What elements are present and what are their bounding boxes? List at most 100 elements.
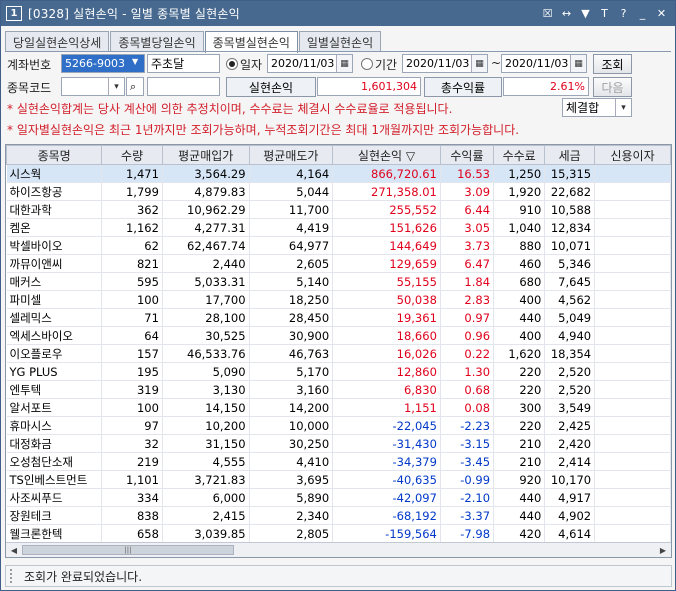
search-icon[interactable]: ⌕ bbox=[126, 77, 144, 96]
table-row[interactable]: 시스웍 1,471 3,564.29 4,164 866,720.61 16.53 1,25… bbox=[6, 164, 671, 183]
col-header-avg-sell[interactable]: 평균매도가 bbox=[248, 145, 334, 165]
table-row[interactable]: 사조씨푸드 334 6,000 5,890 -42,097 -2.10 440 4,917 bbox=[6, 488, 671, 507]
row-rate: 1.84 bbox=[440, 272, 495, 291]
row-fee: 400 bbox=[493, 290, 546, 309]
row-tax: 5,049 bbox=[544, 308, 596, 327]
next-button[interactable]: 다음 bbox=[593, 77, 632, 97]
col-header-avg-buy[interactable]: 평균매입가 bbox=[161, 145, 250, 165]
link-icon[interactable]: ☒ bbox=[540, 5, 555, 21]
calendar-icon[interactable]: ▦ bbox=[570, 55, 586, 72]
query-button[interactable]: 조회 bbox=[593, 54, 632, 74]
realized-pnl-grid[interactable]: 종목명 수량 평균매입가 평균매도가 실현손익 ▽ 수익률 수수료 세금 신용이… bbox=[5, 144, 672, 558]
col-header-name[interactable]: 종목명 bbox=[6, 145, 103, 165]
scroll-right-icon[interactable]: ▶ bbox=[656, 544, 670, 556]
row-pnl: -159,564 bbox=[332, 524, 441, 543]
period-separator: ~ bbox=[491, 56, 502, 70]
tab-daily-realized[interactable]: 일별실현손익 bbox=[298, 31, 382, 52]
row-pnl: 255,552 bbox=[332, 200, 441, 219]
row-tax: 4,940 bbox=[544, 326, 596, 345]
row-pnl: -22,045 bbox=[332, 416, 441, 435]
resize-icon[interactable]: ↔ bbox=[559, 5, 574, 21]
help-icon[interactable]: ? bbox=[616, 5, 631, 21]
close-icon[interactable]: ✕ bbox=[654, 5, 669, 21]
row-tax: 4,902 bbox=[544, 506, 596, 525]
row-credit-interest bbox=[594, 308, 671, 327]
chevron-down-icon[interactable]: ▼ bbox=[132, 57, 138, 66]
scroll-left-icon[interactable]: ◀ bbox=[7, 544, 21, 556]
row-tax: 3,549 bbox=[544, 398, 596, 417]
row-avg-buy: 31,150 bbox=[162, 434, 250, 453]
table-row[interactable]: 박셀바이오 62 62,467.74 64,977 144,649 3.73 880 10,0… bbox=[6, 236, 671, 255]
row-pnl: -42,097 bbox=[332, 488, 441, 507]
row-rate: 0.68 bbox=[440, 380, 495, 399]
col-header-fee[interactable]: 수수료 bbox=[493, 145, 546, 165]
table-row[interactable]: 매커스 595 5,033.31 5,140 55,155 1.84 680 7,645 bbox=[6, 272, 671, 291]
row-tax: 2,420 bbox=[544, 434, 596, 453]
table-row[interactable]: 웰크론한텍 658 3,039.85 2,805 -159,564 -7.98 420 4,6… bbox=[6, 524, 671, 543]
row-credit-interest bbox=[594, 344, 671, 363]
table-row[interactable]: 휴마시스 97 10,200 10,000 -22,045 -2.23 220 2,425 bbox=[6, 416, 671, 435]
table-row[interactable]: TS인베스트먼트 1,101 3,721.83 3,695 -40,635 -0.99 92… bbox=[6, 470, 671, 489]
table-row[interactable]: 엔투텍 319 3,130 3,160 6,830 0.68 220 2,520 bbox=[6, 380, 671, 399]
table-row[interactable]: 알서포트 100 14,150 14,200 1,151 0.08 300 3,549 bbox=[6, 398, 671, 417]
row-avg-buy: 62,467.74 bbox=[162, 236, 250, 255]
row-name: 엔투텍 bbox=[6, 380, 103, 399]
chevron-down-icon[interactable]: ▾ bbox=[108, 78, 124, 95]
col-header-credit-interest[interactable]: 신용이자 bbox=[594, 145, 671, 165]
row-credit-interest bbox=[594, 326, 671, 345]
col-header-rate[interactable]: 수익률 bbox=[439, 145, 495, 165]
row-name: 사조씨푸드 bbox=[6, 488, 103, 507]
scroll-thumb[interactable]: ||| bbox=[22, 545, 234, 555]
horizontal-scrollbar[interactable]: ◀ ||| ▶ bbox=[6, 542, 671, 557]
chevron-down-icon[interactable]: ▾ bbox=[615, 99, 631, 116]
row-credit-interest bbox=[594, 290, 671, 309]
table-row[interactable]: 장원테크 838 2,415 2,340 -68,192 -3.37 440 4,902 bbox=[6, 506, 671, 525]
table-row[interactable]: 오성첨단소재 219 4,555 4,410 -34,379 -3.45 210 2,414 bbox=[6, 452, 671, 471]
col-header-tax[interactable]: 세금 bbox=[544, 145, 596, 165]
minimize-icon[interactable]: _ bbox=[635, 5, 650, 21]
row-rate: 0.08 bbox=[440, 398, 495, 417]
row-name: 켐온 bbox=[6, 218, 103, 237]
font-size-icon[interactable]: T bbox=[597, 5, 612, 21]
row-qty: 62 bbox=[101, 236, 163, 255]
table-row[interactable]: 까뮤이앤씨 821 2,440 2,605 129,659 6.47 460 5,346 bbox=[6, 254, 671, 273]
row-avg-sell: 5,170 bbox=[249, 362, 334, 381]
calendar-icon[interactable]: ▦ bbox=[471, 55, 487, 72]
row-qty: 195 bbox=[101, 362, 163, 381]
calendar-icon[interactable]: ▦ bbox=[336, 55, 352, 72]
date-radio[interactable] bbox=[226, 58, 238, 70]
col-header-qty[interactable]: 수량 bbox=[101, 145, 163, 165]
row-rate: 0.22 bbox=[440, 344, 495, 363]
tab-divider bbox=[5, 51, 671, 52]
row-credit-interest bbox=[594, 434, 671, 453]
row-credit-interest bbox=[594, 524, 671, 543]
table-row[interactable]: 하이즈항공 1,799 4,879.83 5,044 271,358.01 3.09 1,9… bbox=[6, 182, 671, 201]
col-header-pnl[interactable]: 실현손익 ▽ bbox=[332, 145, 441, 165]
row-avg-buy: 2,440 bbox=[162, 254, 250, 273]
table-row[interactable]: YG PLUS 195 5,090 5,170 12,860 1.30 220 2,520 bbox=[6, 362, 671, 381]
title-bar[interactable]: 1 [0328] 실현손익 - 일별 종목별 실현손익 ☒ ↔ ▼ T ? _ … bbox=[1, 1, 675, 26]
table-row[interactable]: 파미셀 100 17,700 18,250 50,038 2.83 400 4,562 bbox=[6, 290, 671, 309]
row-avg-buy: 3,039.85 bbox=[162, 524, 250, 543]
tab-stock-daily[interactable]: 종목별당일손익 bbox=[110, 31, 204, 52]
table-row[interactable]: 엑세스바이오 64 30,525 30,900 18,660 0.96 400 4,940 bbox=[6, 326, 671, 345]
row-credit-interest bbox=[594, 470, 671, 489]
period-radio[interactable] bbox=[361, 58, 373, 70]
row-tax: 2,520 bbox=[544, 362, 596, 381]
table-row[interactable]: 셀레믹스 71 28,100 28,450 19,361 0.97 440 5,049 bbox=[6, 308, 671, 327]
tab-daily-detail[interactable]: 당일실현손익상세 bbox=[5, 31, 110, 52]
row-pnl: 18,660 bbox=[332, 326, 441, 345]
pin-icon[interactable]: ▼ bbox=[578, 5, 593, 21]
row-name: 시스웍 bbox=[6, 164, 103, 183]
table-row[interactable]: 이오플로우 157 46,533.76 46,763 16,026 0.22 1,620 18… bbox=[6, 344, 671, 363]
tab-stock-realized[interactable]: 종목별실현손익 bbox=[204, 31, 298, 53]
row-name: 웰크론한텍 bbox=[6, 524, 103, 543]
row-credit-interest bbox=[594, 164, 671, 183]
table-row[interactable]: 켐온 1,162 4,277.31 4,419 151,626 3.05 1,040 12,8… bbox=[6, 218, 671, 237]
account-owner: 주초달 bbox=[147, 54, 220, 73]
table-row[interactable]: 대정화금 32 31,150 30,250 -31,430 -3.15 210 2,420 bbox=[6, 434, 671, 453]
table-row[interactable]: 대한과학 362 10,962.29 11,700 255,552 6.44 910 10,5… bbox=[6, 200, 671, 219]
row-fee: 460 bbox=[493, 254, 546, 273]
window-number-badge[interactable]: 1 bbox=[6, 6, 22, 21]
row-credit-interest bbox=[594, 182, 671, 201]
